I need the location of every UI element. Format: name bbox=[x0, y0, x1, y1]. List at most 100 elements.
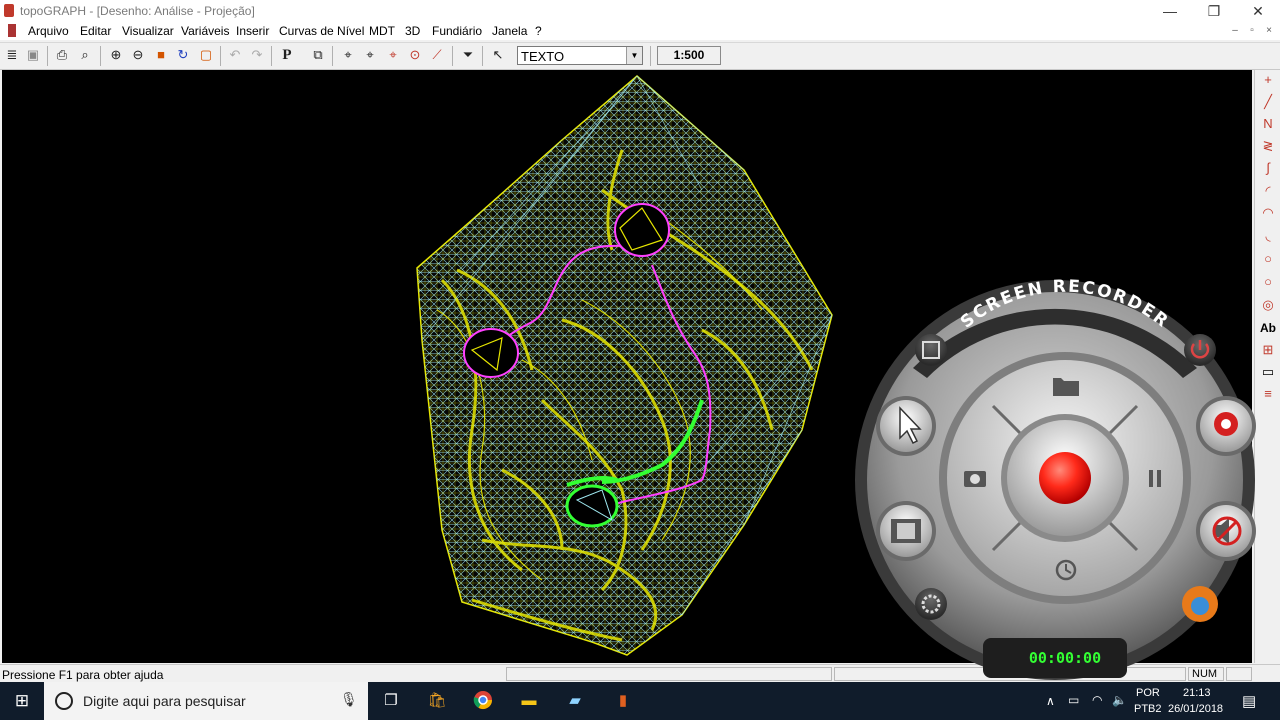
zoom-extents-icon[interactable]: ▢ bbox=[197, 46, 215, 64]
insert-block-icon[interactable]: ⊞ bbox=[1258, 340, 1278, 360]
arc-3pt-icon[interactable]: ◠ bbox=[1258, 203, 1278, 223]
menu-help[interactable]: ? bbox=[535, 24, 542, 38]
record-button[interactable] bbox=[1039, 452, 1091, 504]
mdi-minimize-button[interactable]: – bbox=[1228, 25, 1242, 37]
toolbar-separator bbox=[650, 46, 651, 66]
print-icon[interactable]: ⎙ bbox=[53, 46, 71, 64]
toolbar-separator bbox=[220, 46, 221, 66]
rectangle-icon[interactable]: ▭ bbox=[1258, 362, 1278, 382]
text-tool-button[interactable]: Ab bbox=[1258, 318, 1278, 338]
clock-time[interactable]: 21:13 bbox=[1183, 687, 1211, 699]
circle-center-icon[interactable]: ◎ bbox=[1258, 295, 1278, 315]
list-icon[interactable]: ≣ bbox=[3, 46, 21, 64]
file-explorer-icon[interactable]: ▬ bbox=[518, 690, 540, 712]
curve-icon[interactable]: ∫ bbox=[1258, 158, 1278, 178]
minimize-button[interactable]: — bbox=[1148, 0, 1192, 22]
menu-janela[interactable]: Janela bbox=[492, 24, 527, 38]
windows-start-icon[interactable]: ⊞ bbox=[11, 690, 33, 712]
toolbar-separator bbox=[271, 46, 272, 66]
share-icon bbox=[1191, 597, 1209, 615]
text-style-value: TEXTO bbox=[521, 49, 565, 64]
p-button[interactable]: P bbox=[278, 46, 296, 64]
keyboard-layout[interactable]: PTB2 bbox=[1134, 703, 1162, 715]
menu-bar: Arquivo Editar Visualizar Variáveis Inse… bbox=[0, 22, 1280, 40]
language-code[interactable]: POR bbox=[1136, 687, 1160, 699]
multiline-icon[interactable]: ≷ bbox=[1258, 136, 1278, 156]
screen-recorder-widget[interactable]: SCREEN RECORDER 00:00:00 bbox=[853, 277, 1257, 682]
scale-button[interactable]: 1:500 bbox=[657, 46, 721, 65]
taskbar-search-box[interactable]: Digite aqui para pesquisar 🎙 bbox=[44, 682, 368, 720]
chevron-up-icon[interactable]: ∧ bbox=[1046, 694, 1055, 708]
snap-midpoint-icon[interactable]: ⌖ bbox=[361, 46, 379, 64]
microphone-icon[interactable]: 🎙 bbox=[340, 691, 358, 708]
regenerate-icon[interactable]: ↻ bbox=[174, 46, 192, 64]
chrome-icon[interactable] bbox=[472, 690, 494, 712]
toolbar-separator bbox=[452, 46, 453, 66]
volume-icon[interactable]: 🔈 bbox=[1112, 693, 1127, 707]
notifications-icon[interactable]: ▤ bbox=[1242, 692, 1256, 710]
arc-center-icon[interactable]: ◟ bbox=[1258, 226, 1278, 246]
zoom-out-icon[interactable]: ⊖ bbox=[129, 46, 147, 64]
polyline-icon[interactable]: N bbox=[1258, 114, 1278, 134]
undo-icon[interactable]: ↶ bbox=[226, 46, 244, 64]
zoom-in-icon[interactable]: ⊕ bbox=[107, 46, 125, 64]
camera-icon[interactable] bbox=[964, 471, 986, 487]
menu-visualizar[interactable]: Visualizar bbox=[122, 24, 174, 38]
zoom-window-icon[interactable]: ■ bbox=[152, 46, 170, 64]
menu-mdt[interactable]: MDT bbox=[369, 24, 395, 38]
redo-icon[interactable]: ↷ bbox=[248, 46, 266, 64]
clock-date[interactable]: 26/01/2018 bbox=[1168, 703, 1223, 715]
arc-icon[interactable]: ◜ bbox=[1258, 181, 1278, 201]
help-pointer-icon[interactable]: ↖ bbox=[489, 46, 507, 64]
snap-perpendicular-icon[interactable]: ⟋ bbox=[428, 46, 446, 64]
void-circle bbox=[463, 328, 519, 378]
save-icon[interactable]: ▣ bbox=[24, 46, 42, 64]
toolbar: ≣ ▣ ⎙ ⌕ ⊕ ⊖ ■ ↻ ▢ ↶ ↷ P ⧉ ⌖ ⌖ ⌖ ⊙ ⟋ ⏷ ↖ … bbox=[0, 42, 1280, 70]
mdi-close-button[interactable]: × bbox=[1262, 25, 1276, 37]
menu-variaveis[interactable]: Variáveis bbox=[181, 24, 229, 38]
fullscreen-button[interactable] bbox=[915, 334, 947, 366]
chevron-down-icon[interactable]: ▼ bbox=[626, 47, 642, 64]
menu-3d[interactable]: 3D bbox=[405, 24, 420, 38]
snap-intersection-icon[interactable]: ⌖ bbox=[384, 46, 402, 64]
topograph-taskbar-icon[interactable]: ▮ bbox=[612, 690, 634, 712]
circle-2pt-icon[interactable]: ○ bbox=[1258, 272, 1278, 292]
title-bar: topoGRAPH - [Desenho: Análise - Projeção… bbox=[0, 0, 1280, 22]
battery-icon[interactable]: ▭ bbox=[1068, 693, 1079, 707]
toolbar-separator bbox=[332, 46, 333, 66]
void-circle bbox=[614, 203, 670, 257]
task-view-icon[interactable]: ❐ bbox=[380, 690, 402, 712]
text-style-select[interactable]: TEXTO ▼ bbox=[517, 46, 643, 65]
settings-button[interactable] bbox=[915, 588, 947, 620]
point-icon[interactable]: + bbox=[1258, 70, 1278, 90]
store-icon[interactable]: 🛍 bbox=[426, 690, 448, 712]
circle-icon[interactable]: ○ bbox=[1258, 249, 1278, 269]
status-panel bbox=[506, 667, 832, 681]
menu-inserir[interactable]: Inserir bbox=[236, 24, 269, 38]
toolbar-separator bbox=[482, 46, 483, 66]
menu-curvas-de-nivel[interactable]: Curvas de Nível bbox=[279, 24, 364, 38]
notepad-icon[interactable]: ▰ bbox=[564, 690, 586, 712]
window-title: topoGRAPH - [Desenho: Análise - Projeção… bbox=[20, 4, 255, 18]
search-placeholder: Digite aqui para pesquisar bbox=[83, 693, 246, 709]
menu-arquivo[interactable]: Arquivo bbox=[28, 24, 69, 38]
toolbar-separator bbox=[100, 46, 101, 66]
line-icon[interactable]: ╱ bbox=[1258, 92, 1278, 112]
cortana-icon bbox=[55, 692, 73, 710]
menu-fundiario[interactable]: Fundiário bbox=[432, 24, 482, 38]
document-icon[interactable] bbox=[8, 24, 16, 37]
close-button[interactable]: ✕ bbox=[1236, 0, 1280, 22]
filter-icon[interactable]: ⏷ bbox=[459, 46, 477, 64]
topograph-app-icon bbox=[4, 4, 14, 17]
layer-icon[interactable]: ⧉ bbox=[309, 46, 327, 64]
print-preview-icon[interactable]: ⌕ bbox=[76, 46, 94, 64]
mdi-restore-button[interactable]: ▫ bbox=[1245, 25, 1259, 37]
void-circle bbox=[565, 484, 619, 528]
snap-center-icon[interactable]: ⊙ bbox=[406, 46, 424, 64]
snap-endpoint-icon[interactable]: ⌖ bbox=[339, 46, 357, 64]
menu-editar[interactable]: Editar bbox=[80, 24, 111, 38]
hatch-icon[interactable]: ≡ bbox=[1258, 384, 1278, 404]
maximize-button[interactable]: ❐ bbox=[1192, 0, 1236, 22]
windows-taskbar: ⊞ Digite aqui para pesquisar 🎙 ❐ 🛍 ▬ ▰ ▮… bbox=[0, 682, 1280, 720]
wifi-icon[interactable]: ◠ bbox=[1092, 693, 1102, 707]
